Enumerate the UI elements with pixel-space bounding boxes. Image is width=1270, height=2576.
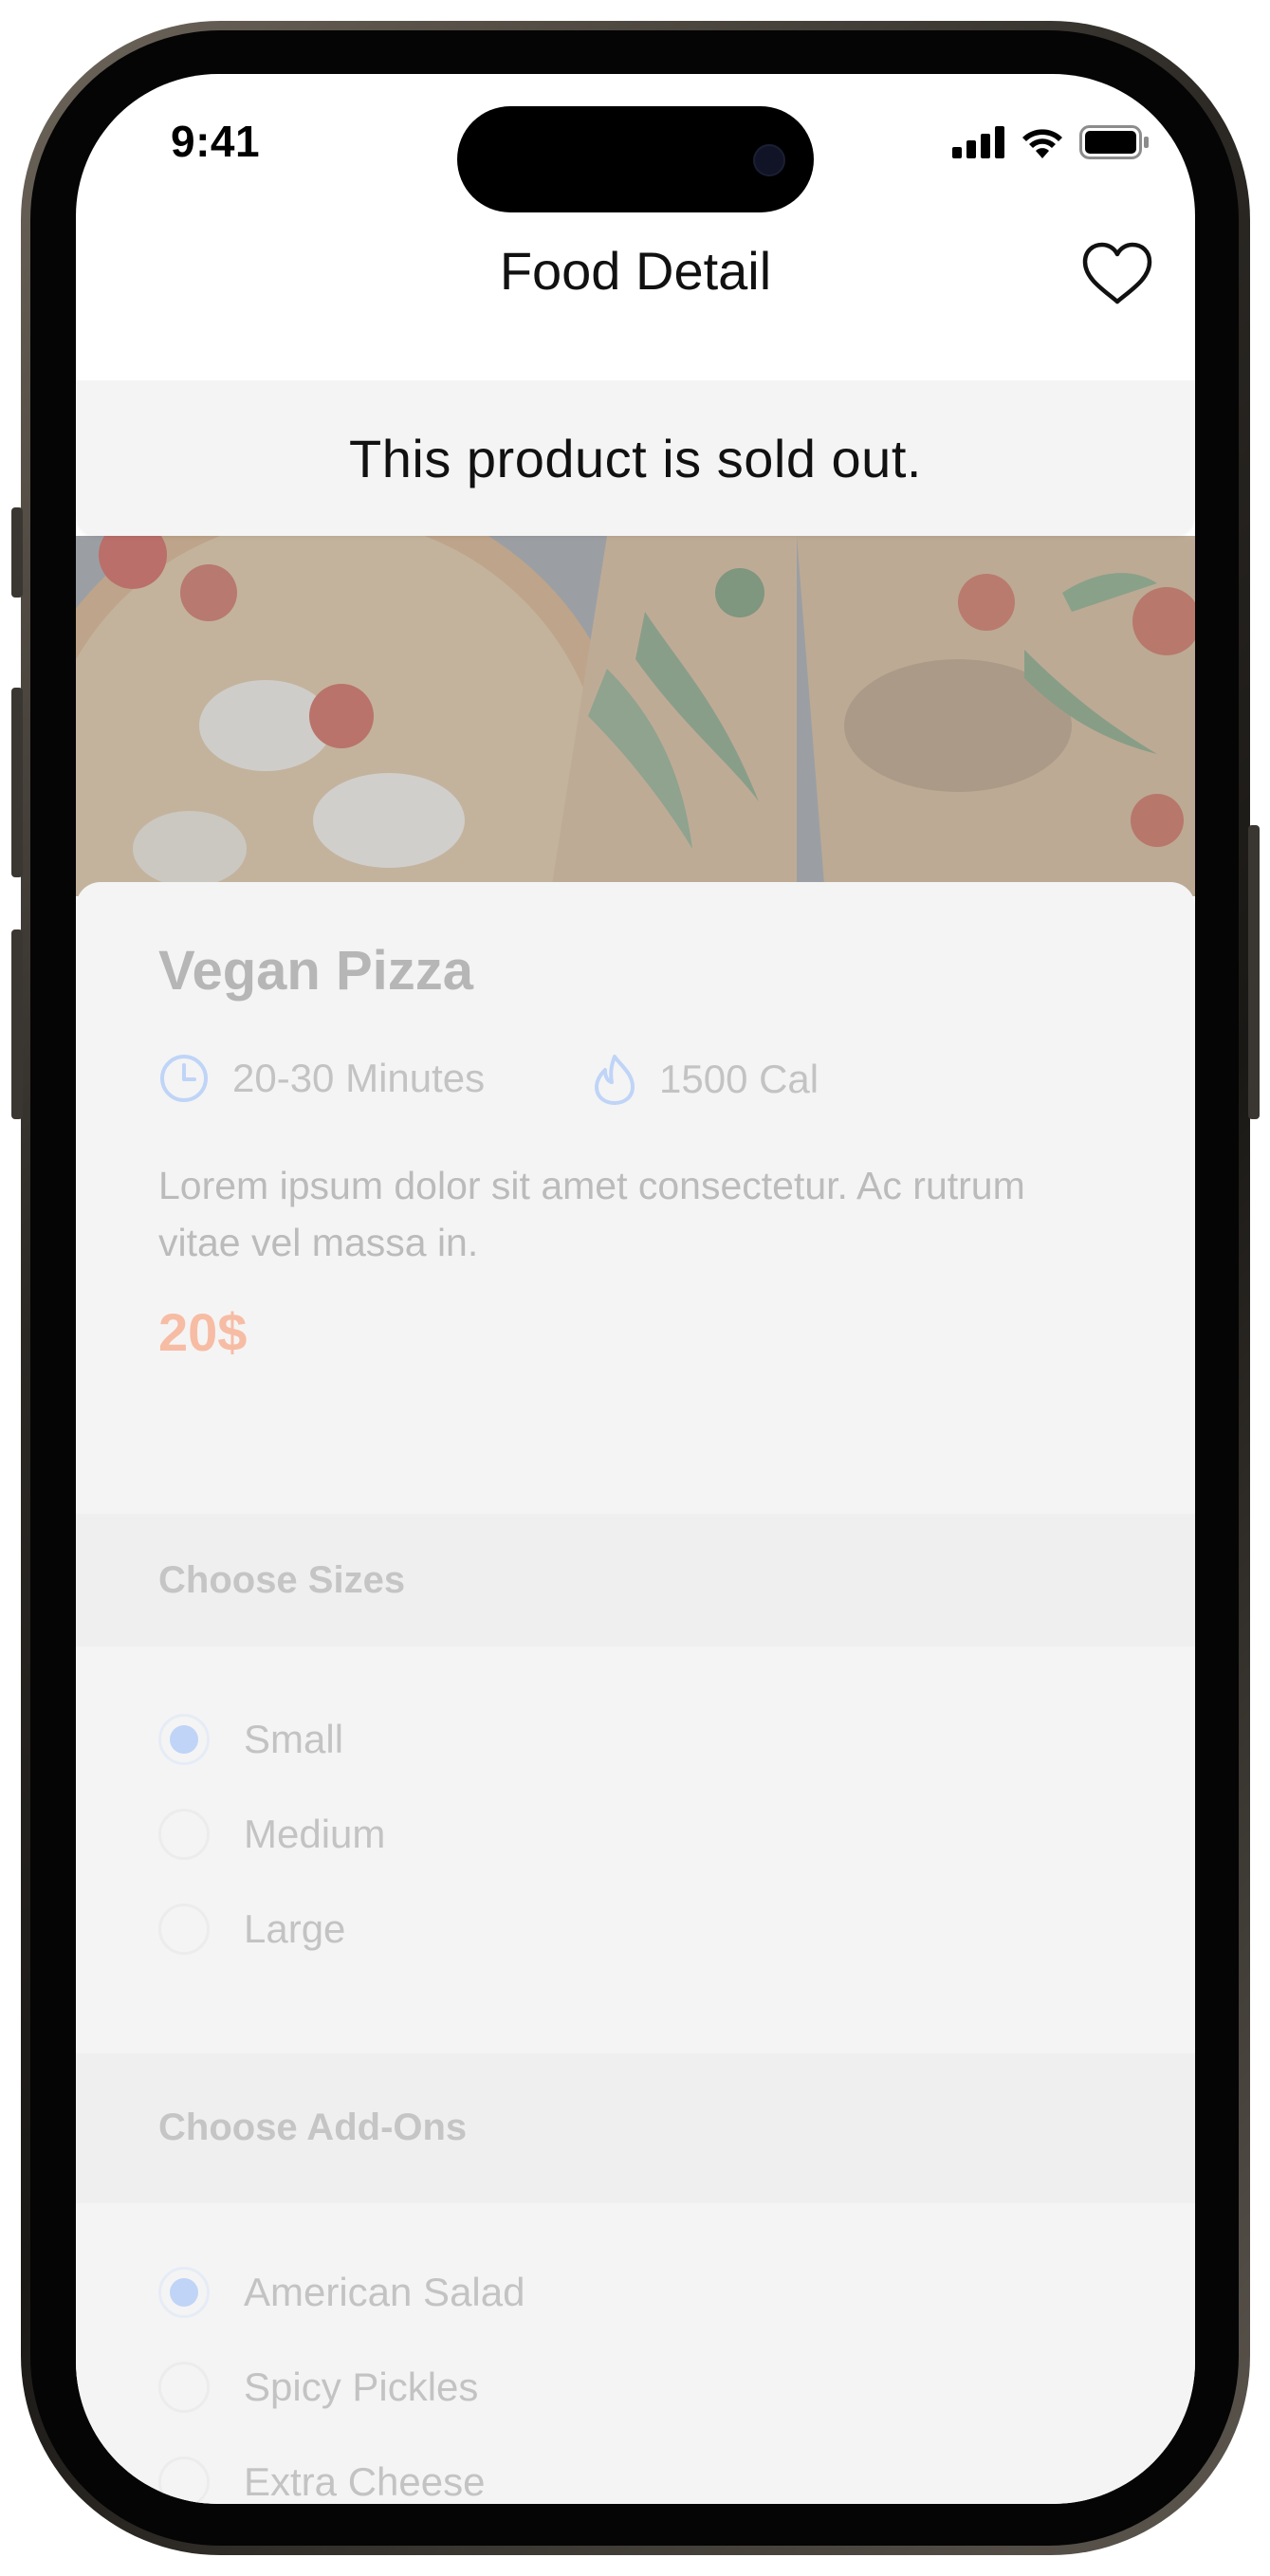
page-title: Food Detail xyxy=(499,241,772,301)
status-time: 9:41 xyxy=(171,117,261,166)
addons-section-header: Choose Add-Ons xyxy=(76,2053,1195,2203)
addons-section-title: Choose Add-Ons xyxy=(158,2107,468,2148)
clock-icon xyxy=(160,1055,208,1102)
sizes-section-header: Choose Sizes xyxy=(76,1514,1195,1647)
size-option-medium[interactable]: Medium xyxy=(158,1809,385,1860)
addon-option-label: American Salad xyxy=(244,2270,525,2314)
radio-button[interactable] xyxy=(158,2362,210,2413)
battery-icon xyxy=(1079,125,1149,159)
calories: 1500 Cal xyxy=(593,1053,819,1106)
addon-option-american-salad[interactable]: American Salad xyxy=(158,2267,525,2318)
prep-time-label: 20-30 Minutes xyxy=(232,1056,486,1100)
food-name: Vegan Pizza xyxy=(158,940,474,1002)
size-option-label: Medium xyxy=(244,1812,386,1856)
sizes-section-title: Choose Sizes xyxy=(158,1559,406,1601)
flame-icon xyxy=(595,1055,635,1105)
signal-icon xyxy=(952,126,1004,158)
food-image xyxy=(76,536,1195,896)
addon-option-label: Spicy Pickles xyxy=(244,2364,479,2409)
volume-up-button xyxy=(11,688,23,877)
addon-option-label: Extra Cheese xyxy=(244,2459,486,2504)
power-button xyxy=(1248,825,1260,1119)
food-description: Lorem ipsum dolor sit amet consectetur. … xyxy=(158,1164,1025,1264)
size-option-label: Large xyxy=(244,1906,346,1951)
radio-button[interactable] xyxy=(158,1904,210,1955)
heart-icon[interactable] xyxy=(1081,241,1153,307)
size-option-label: Small xyxy=(244,1717,344,1761)
prep-time: 20-30 Minutes xyxy=(158,1053,485,1104)
pizza-illustration xyxy=(76,536,1195,896)
food-detail-sheet: Vegan Pizza 20-30 Minutes 1500 Cal Lorem… xyxy=(76,882,1195,2504)
radio-button[interactable] xyxy=(158,1714,210,1765)
radio-button[interactable] xyxy=(158,2267,210,2318)
volume-down-button xyxy=(11,929,23,1119)
radio-button[interactable] xyxy=(158,1809,210,1860)
addon-option-extra-cheese[interactable]: Extra Cheese xyxy=(158,2456,485,2504)
size-option-small[interactable]: Small xyxy=(158,1714,343,1765)
calories-label: 1500 Cal xyxy=(659,1057,819,1101)
dynamic-island xyxy=(457,106,814,212)
camera-icon xyxy=(753,144,785,176)
app-screen: 9:41 Food Detail This product is sold ou… xyxy=(76,74,1195,2504)
addon-option-spicy-pickles[interactable]: Spicy Pickles xyxy=(158,2362,478,2413)
wifi-icon xyxy=(1022,129,1062,158)
action-button xyxy=(11,507,23,598)
size-option-large[interactable]: Large xyxy=(158,1904,345,1955)
sold-out-message: This product is sold out. xyxy=(349,428,922,488)
status-icons xyxy=(952,125,1150,159)
sold-out-banner: This product is sold out. xyxy=(76,380,1195,536)
food-price: 20$ xyxy=(158,1302,248,1362)
radio-button[interactable] xyxy=(158,2456,210,2504)
